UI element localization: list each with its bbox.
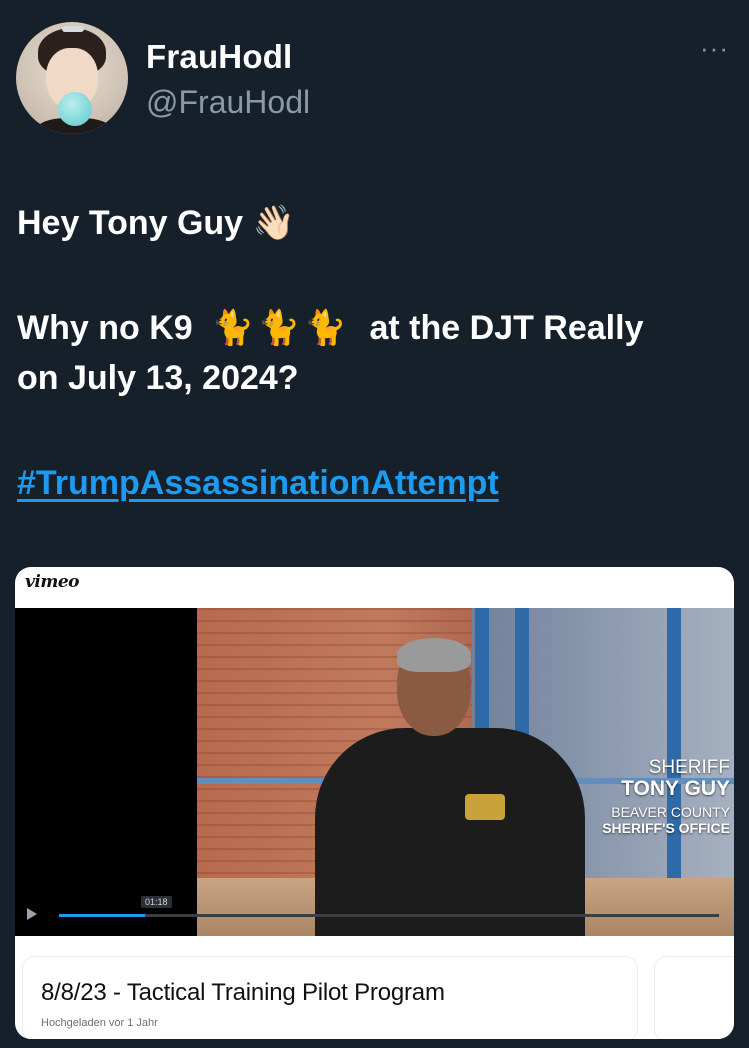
- tweet-text: Hey Tony Guy 👋🏻 Why no K9 🐈🐈🐈 at the DJT…: [17, 198, 737, 508]
- vimeo-embed-card[interactable]: vimeo SHERIFF TONY GUY BEAVER COUNTY SHE…: [15, 567, 734, 1039]
- next-video-panel[interactable]: [655, 957, 734, 1039]
- author-handle[interactable]: @FrauHodl: [146, 84, 310, 121]
- video-info-panel[interactable]: 8/8/23 - Tactical Training Pilot Program…: [23, 957, 637, 1039]
- play-icon[interactable]: [27, 908, 37, 920]
- vimeo-logo: vimeo: [25, 572, 79, 592]
- video-timestamp: 01:18: [141, 896, 172, 908]
- tweet-greeting: Hey Tony Guy: [17, 204, 244, 242]
- tweet-line-1: Hey Tony Guy 👋🏻: [17, 198, 737, 248]
- tweet-line-3: on July 13, 2024?: [17, 359, 299, 397]
- cat-icons: 🐈🐈🐈: [211, 308, 351, 348]
- tweet-question-start: Why no K9: [17, 309, 193, 347]
- video-progress-fill: [59, 914, 145, 917]
- bubblegum-bubble: [58, 92, 92, 126]
- avatar-tiara: [62, 26, 84, 32]
- video-frame: SHERIFF TONY GUY BEAVER COUNTY SHERIFF'S…: [197, 608, 734, 936]
- video-progress-bar[interactable]: [59, 914, 719, 917]
- overlay-title: SHERIFF: [648, 757, 730, 778]
- video-player[interactable]: SHERIFF TONY GUY BEAVER COUNTY SHERIFF'S…: [15, 608, 734, 936]
- sheriff-badge-icon: [465, 794, 505, 820]
- waving-hand-icon: 👋🏻: [252, 203, 295, 243]
- overlay-name: TONY GUY: [621, 777, 730, 800]
- video-upload-date: Hochgeladen vor 1 Jahr: [41, 1017, 158, 1029]
- video-title[interactable]: 8/8/23 - Tactical Training Pilot Program: [41, 979, 445, 1007]
- overlay-office: SHERIFF'S OFFICE: [602, 820, 730, 836]
- more-options-icon[interactable]: ···: [700, 35, 729, 61]
- avatar[interactable]: [16, 22, 128, 134]
- author-display-name[interactable]: FrauHodl: [146, 38, 292, 76]
- tweet-question-end: at the DJT Really: [369, 309, 644, 347]
- video-lower-third: SHERIFF TONY GUY BEAVER COUNTY SHERIFF'S…: [562, 757, 730, 837]
- sheriff-hair: [397, 638, 471, 672]
- overlay-county: BEAVER COUNTY: [611, 804, 730, 820]
- tweet-line-2: Why no K9 🐈🐈🐈 at the DJT Really: [17, 303, 737, 353]
- hashtag-link[interactable]: #TrumpAssassinationAttempt: [17, 464, 499, 502]
- tweet-line-4: #TrumpAssassinationAttempt: [17, 458, 737, 508]
- sheriff-figure: [315, 728, 585, 936]
